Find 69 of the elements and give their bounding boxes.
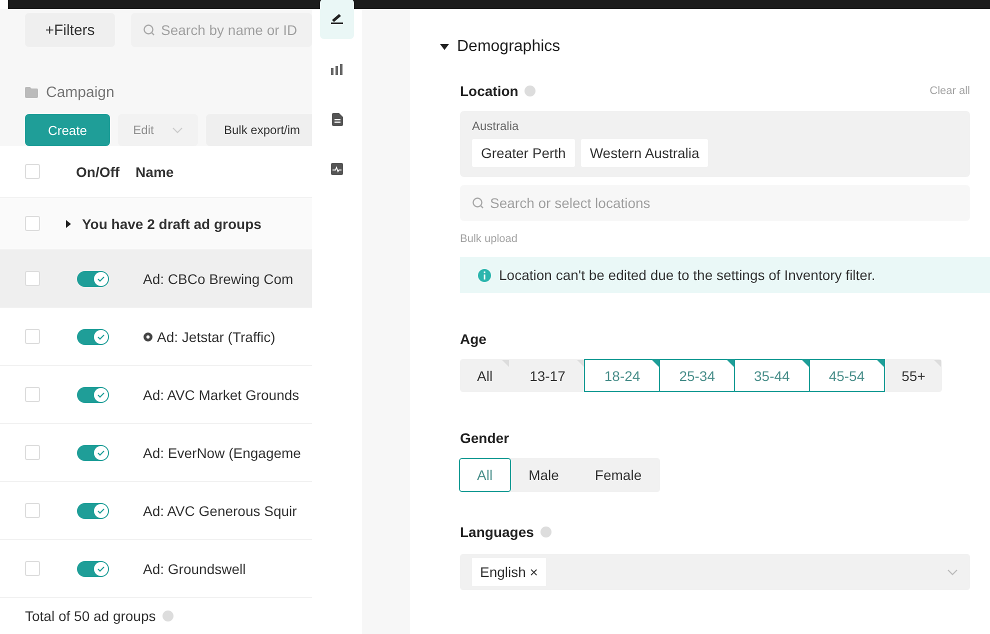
field-label: Age — [460, 331, 486, 347]
ad-group-name[interactable]: Ad: CBCo Brewing Com — [143, 270, 294, 286]
gender-option[interactable]: Male — [510, 458, 577, 492]
check-icon — [97, 276, 105, 282]
chevron-down-icon — [947, 568, 958, 576]
pulse-icon — [331, 163, 343, 175]
location-tag: Western Australia — [580, 139, 708, 167]
info-icon — [478, 268, 491, 282]
country-label: Australia — [472, 119, 520, 133]
check-icon — [97, 392, 105, 398]
ad-group-name[interactable]: Ad: Jetstar (Traffic) — [143, 328, 276, 344]
check-icon — [97, 450, 105, 456]
age-option[interactable]: 55+ — [884, 359, 942, 392]
filters-button[interactable]: +Filters — [25, 13, 115, 47]
age-option[interactable]: 35-44 — [734, 359, 810, 392]
chevron-down-icon — [172, 126, 183, 134]
search-icon — [143, 24, 155, 36]
location-tag: Greater Perth — [472, 139, 575, 167]
breadcrumb-text[interactable]: Campaign — [46, 84, 114, 101]
bulk-export-button[interactable]: Bulk export/im — [206, 114, 312, 146]
age-option[interactable]: All — [460, 359, 510, 392]
language-tag[interactable]: English × — [472, 558, 546, 586]
ad-group-name[interactable]: Ad: AVC Market Grounds — [143, 386, 300, 402]
caret-right-icon[interactable] — [66, 220, 72, 228]
checkbox[interactable] — [25, 271, 40, 286]
search-field[interactable]: Search by name or ID — [131, 13, 312, 47]
toggle-switch[interactable] — [77, 328, 109, 344]
checkbox[interactable] — [25, 164, 40, 179]
table-row[interactable]: Ad: CBCo Brewing Com — [0, 250, 312, 308]
checkbox[interactable] — [25, 329, 40, 344]
toggle-switch[interactable] — [77, 386, 109, 402]
checkbox[interactable] — [25, 561, 40, 576]
checkbox[interactable] — [25, 445, 40, 460]
languages-select[interactable]: English × — [460, 554, 970, 590]
field-label: Location — [460, 83, 518, 99]
toggle-switch[interactable] — [77, 270, 109, 286]
toggle-switch[interactable] — [77, 502, 109, 518]
folder-icon — [25, 87, 38, 98]
column-header: Name — [136, 164, 174, 180]
caret-down-icon[interactable] — [440, 44, 449, 50]
check-icon — [97, 334, 105, 340]
age-option[interactable]: 18-24 — [584, 359, 660, 392]
pencil-icon — [330, 14, 344, 24]
field-label: Gender — [460, 430, 510, 446]
ad-group-name[interactable]: Ad: EverNow (Engageme — [143, 444, 301, 460]
info-text: Location can't be edited due to the settings of Inventory filter. — [499, 267, 876, 283]
checkbox[interactable] — [25, 216, 40, 231]
gender-option[interactable]: Female — [576, 458, 660, 492]
ad-group-name[interactable]: Ad: Groundswell — [143, 560, 246, 576]
section-title[interactable]: Demographics — [457, 38, 560, 56]
bar-chart-icon — [331, 63, 343, 75]
ad-group-name[interactable]: Ad: AVC Generous Squir — [143, 502, 297, 518]
side-tab[interactable] — [320, 0, 354, 39]
toggle-switch[interactable] — [77, 560, 109, 576]
age-option[interactable]: 45-54 — [808, 359, 885, 392]
check-icon — [97, 566, 105, 572]
location-search-field[interactable]: Search or select locations — [460, 185, 970, 221]
check-icon — [97, 508, 105, 514]
field-label: Languages — [460, 524, 534, 540]
age-option[interactable]: 25-34 — [659, 359, 735, 392]
gender-option[interactable]: All — [459, 458, 511, 492]
checkbox[interactable] — [25, 503, 40, 518]
column-header: On/Off — [76, 164, 120, 180]
search-icon — [472, 197, 484, 209]
checkbox[interactable] — [25, 387, 40, 402]
document-icon — [332, 112, 342, 126]
toggle-switch[interactable] — [77, 444, 109, 460]
total-count-text: Total of 50 ad groups — [25, 608, 156, 624]
draft-groups-text[interactable]: You have 2 draft ad groups — [82, 216, 262, 232]
